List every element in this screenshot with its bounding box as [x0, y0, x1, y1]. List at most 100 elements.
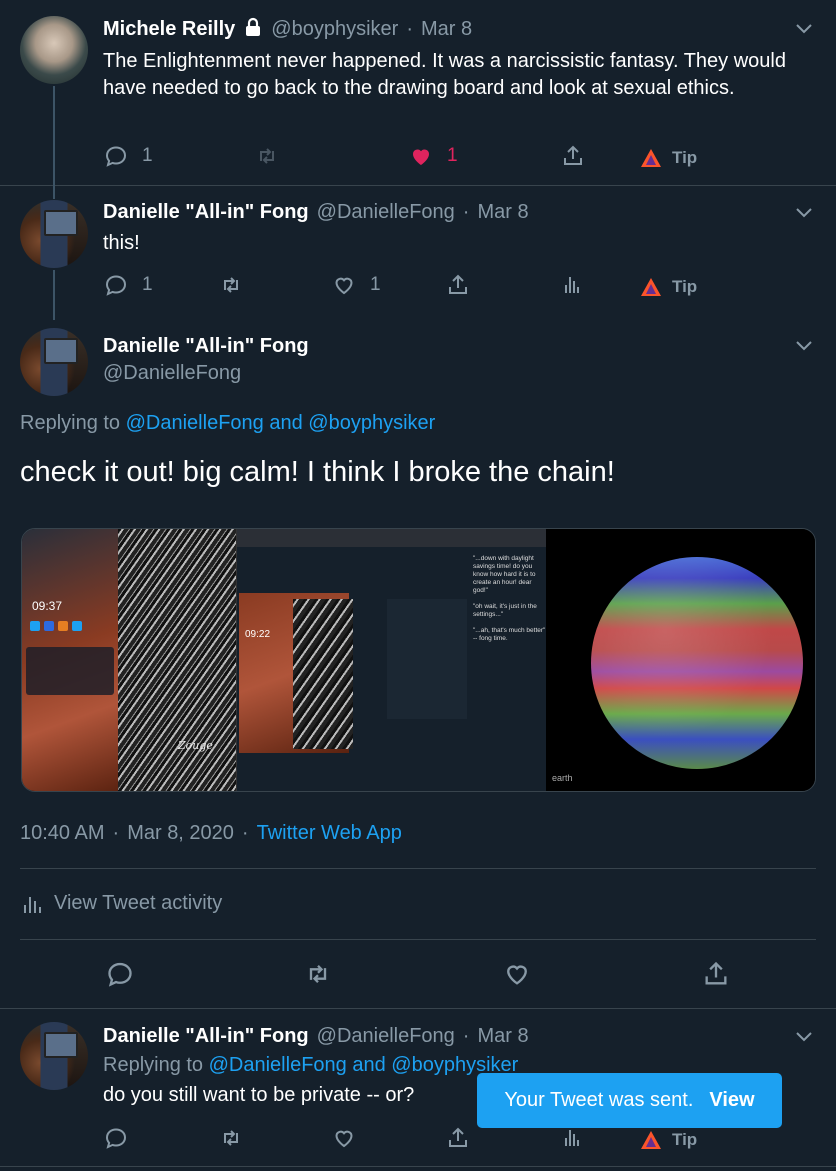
avatar[interactable]	[20, 16, 88, 84]
reply-count: 1	[142, 274, 153, 295]
replying-prefix: Replying to	[103, 1054, 204, 1076]
divider	[0, 185, 836, 186]
tip-label: Tip	[672, 148, 698, 167]
chevron-down-icon[interactable]	[794, 202, 814, 222]
thread-line	[53, 185, 55, 199]
author-name[interactable]: Danielle "All-in" Fong	[103, 335, 309, 358]
brave-triangle-icon	[641, 149, 661, 167]
sidebar-quote: "...down with daylight savings time! do …	[473, 555, 547, 755]
author-handle[interactable]: @DanielleFong	[317, 1025, 455, 1048]
share-button[interactable]	[561, 144, 585, 168]
toast-message: Your Tweet was sent.	[504, 1089, 694, 1111]
reply-to-link[interactable]: @DanielleFong	[209, 1054, 347, 1076]
separator-dot: ·	[406, 18, 413, 40]
share-button[interactable]	[446, 273, 470, 297]
sidebar-text-1: "...down with daylight savings time! do …	[473, 555, 536, 594]
share-icon	[449, 1127, 467, 1147]
analytics-button[interactable]	[560, 1126, 584, 1150]
separator-dot: ·	[462, 201, 470, 223]
reply-button[interactable]	[106, 960, 134, 988]
retweet-button[interactable]	[219, 1126, 243, 1150]
reply-icon	[105, 146, 127, 167]
divider	[0, 1166, 836, 1167]
like-button[interactable]	[332, 1126, 356, 1150]
heart-icon	[507, 965, 527, 985]
thread-line	[53, 86, 55, 198]
nested-phone-time: 09:22	[245, 629, 271, 640]
tweet-full-date[interactable]: Mar 8, 2020	[127, 822, 234, 845]
analytics-icon	[24, 896, 41, 913]
retweet-button[interactable]	[304, 960, 332, 988]
tweet-header: Michele Reilly @boyphysiker · Mar 8	[103, 17, 472, 42]
activity-label: View Tweet activity	[54, 892, 223, 914]
like-button[interactable]: 1	[332, 273, 381, 297]
replying-to: Replying to @DanielleFong and @boyphysik…	[103, 1054, 518, 1077]
phone-widget	[26, 647, 114, 695]
reply-icon	[105, 1128, 127, 1149]
reply-and: and	[269, 412, 303, 434]
like-button[interactable]	[503, 960, 531, 988]
reply-icon	[105, 275, 127, 296]
share-icon	[449, 274, 467, 294]
retweet-button-disabled	[255, 144, 279, 168]
tweet-source-link[interactable]: Twitter Web App	[257, 822, 402, 845]
tip-label: Tip	[672, 277, 698, 296]
author-name[interactable]: Danielle "All-in" Fong	[103, 201, 309, 224]
globe	[591, 557, 803, 769]
share-button[interactable]	[702, 960, 730, 988]
divider	[0, 1008, 836, 1009]
separator-dot: ·	[112, 822, 120, 844]
tip-button[interactable]: Tip	[640, 1130, 697, 1150]
heart-icon	[335, 277, 353, 295]
separator-dot: ·	[462, 1025, 470, 1047]
chevron-down-icon[interactable]	[794, 18, 814, 38]
reply-button[interactable]: 1	[104, 273, 153, 297]
reply-button[interactable]: 1	[104, 144, 153, 168]
tweet-date[interactable]: Mar 8	[477, 1025, 528, 1048]
reply-icon	[108, 962, 132, 987]
toast-view-link[interactable]: View	[709, 1089, 754, 1112]
tweet-time[interactable]: 10:40 AM	[20, 822, 105, 845]
analytics-button[interactable]	[560, 273, 584, 297]
retweet-button[interactable]	[219, 273, 243, 297]
browser-tabs	[237, 529, 547, 547]
like-count: 1	[370, 274, 381, 295]
reply-button[interactable]	[104, 1126, 128, 1150]
retweet-icon	[309, 965, 327, 983]
replying-to: Replying to @DanielleFong and @boyphysik…	[20, 412, 435, 435]
tweet-date[interactable]: Mar 8	[477, 201, 528, 224]
author-handle[interactable]: @DanielleFong	[103, 362, 241, 385]
phone-app-icons	[30, 621, 110, 633]
author-name[interactable]: Michele Reilly	[103, 18, 235, 41]
tweet-text: check it out! big calm! I think I broke …	[20, 456, 615, 488]
like-button[interactable]: 1	[409, 144, 458, 168]
reply-to-link[interactable]: @DanielleFong	[126, 412, 264, 434]
share-button[interactable]	[446, 1126, 470, 1150]
tweet-date[interactable]: Mar 8	[421, 18, 472, 41]
like-count: 1	[447, 145, 458, 166]
avatar[interactable]	[20, 1022, 88, 1090]
avatar[interactable]	[20, 328, 88, 396]
chevron-down-icon[interactable]	[794, 335, 814, 355]
heart-filled-icon	[413, 149, 429, 165]
tweet-sent-toast: Your Tweet was sent. View	[477, 1073, 782, 1128]
avatar[interactable]	[20, 200, 88, 268]
share-icon	[564, 145, 582, 165]
tweet-media[interactable]: 09:37 Zouge 09:22 "...down with daylight…	[21, 528, 816, 792]
sidebar-text-3: "...ah, that's much better" -- fong time…	[473, 627, 546, 642]
tip-button[interactable]: Tip	[640, 277, 697, 297]
analytics-icon	[565, 1130, 579, 1146]
separator-dot: ·	[241, 822, 249, 844]
divider	[20, 939, 816, 940]
tip-button[interactable]: Tip	[640, 148, 697, 168]
author-handle[interactable]: @DanielleFong	[317, 201, 455, 224]
replying-prefix: Replying to	[20, 412, 121, 434]
reply-to-link[interactable]: @boyphysiker	[308, 412, 435, 434]
author-handle[interactable]: @boyphysiker	[271, 18, 398, 41]
art-panel: Zouge	[118, 529, 236, 791]
art-caption: Zouge	[178, 739, 213, 752]
author-name[interactable]: Danielle "All-in" Fong	[103, 1025, 309, 1048]
brave-triangle-icon	[641, 1131, 661, 1149]
chevron-down-icon[interactable]	[794, 1026, 814, 1046]
view-tweet-activity[interactable]: View Tweet activity	[22, 892, 222, 915]
